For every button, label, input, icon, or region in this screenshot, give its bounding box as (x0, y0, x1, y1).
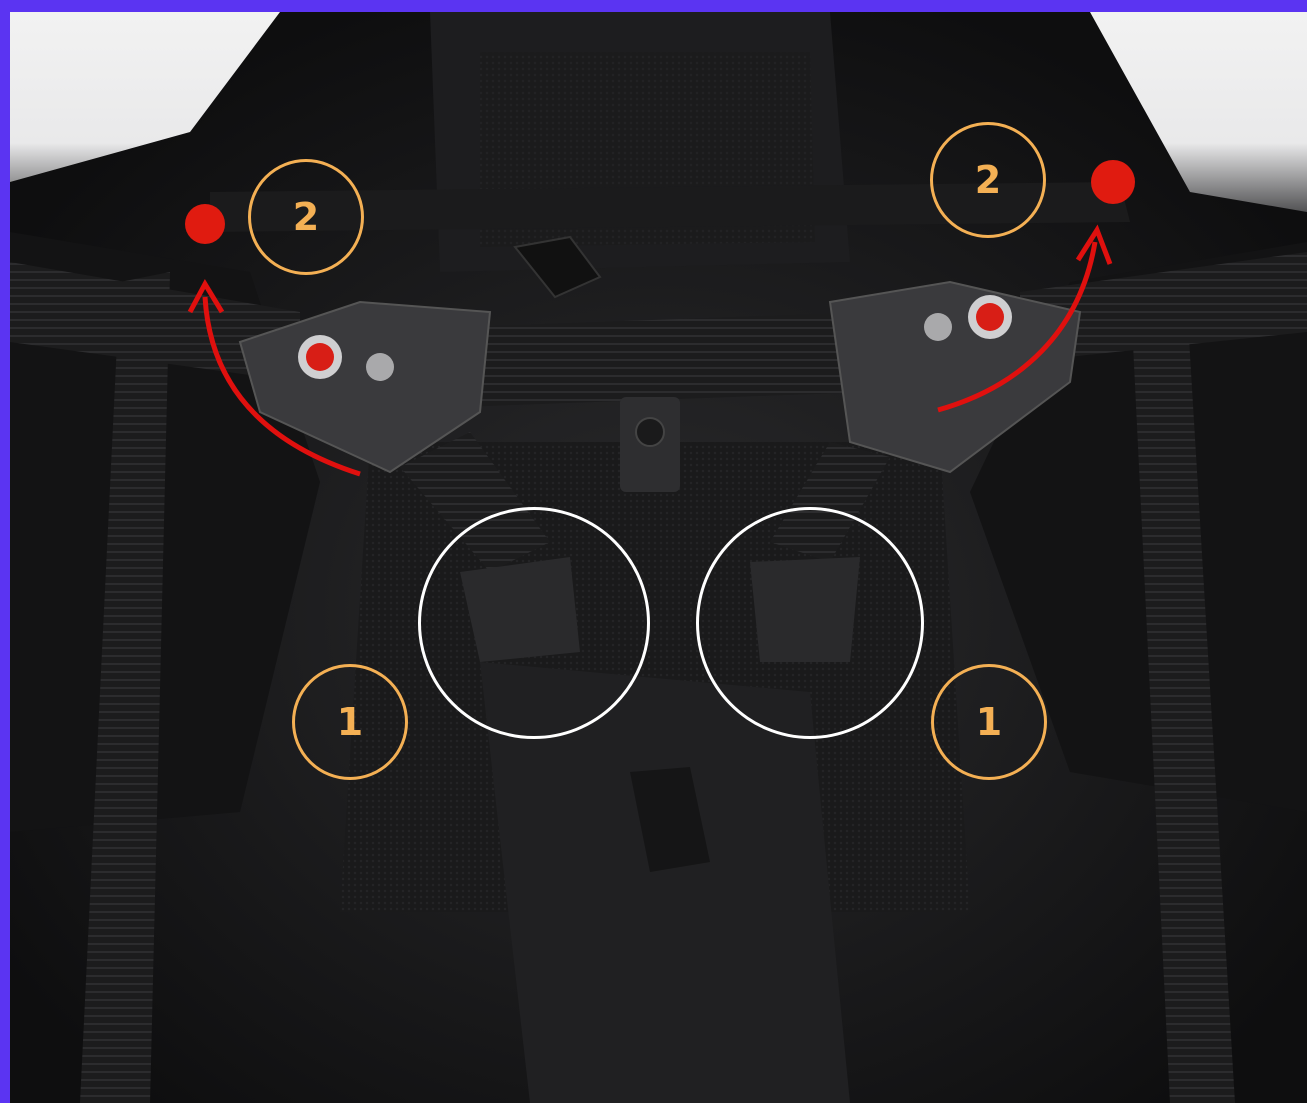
center-buckle-stud (635, 417, 665, 447)
harness-illustration (10, 12, 1307, 1103)
left-strap-highlight (418, 507, 650, 739)
left-buckle-button (306, 343, 334, 371)
left-buckle-pin (366, 353, 394, 381)
right-red-toggle (1091, 160, 1135, 204)
right-buckle-button (976, 303, 1004, 331)
step-2-right-label: 2 (974, 158, 1002, 202)
step-1-left-badge: 1 (292, 664, 408, 780)
step-1-right-badge: 1 (931, 664, 1047, 780)
right-buckle-pin (924, 313, 952, 341)
chest-strap (460, 312, 870, 407)
left-red-toggle (185, 204, 225, 244)
step-1-left-label: 1 (336, 700, 364, 744)
step-2-right-badge: 2 (930, 122, 1046, 238)
harness-photo: 2 2 1 1 (10, 12, 1307, 1103)
step-2-left-label: 2 (292, 195, 320, 239)
step-2-left-badge: 2 (248, 159, 364, 275)
step-1-right-label: 1 (975, 700, 1003, 744)
image-frame: 2 2 1 1 (0, 0, 1307, 1103)
right-strap-highlight (696, 507, 924, 739)
